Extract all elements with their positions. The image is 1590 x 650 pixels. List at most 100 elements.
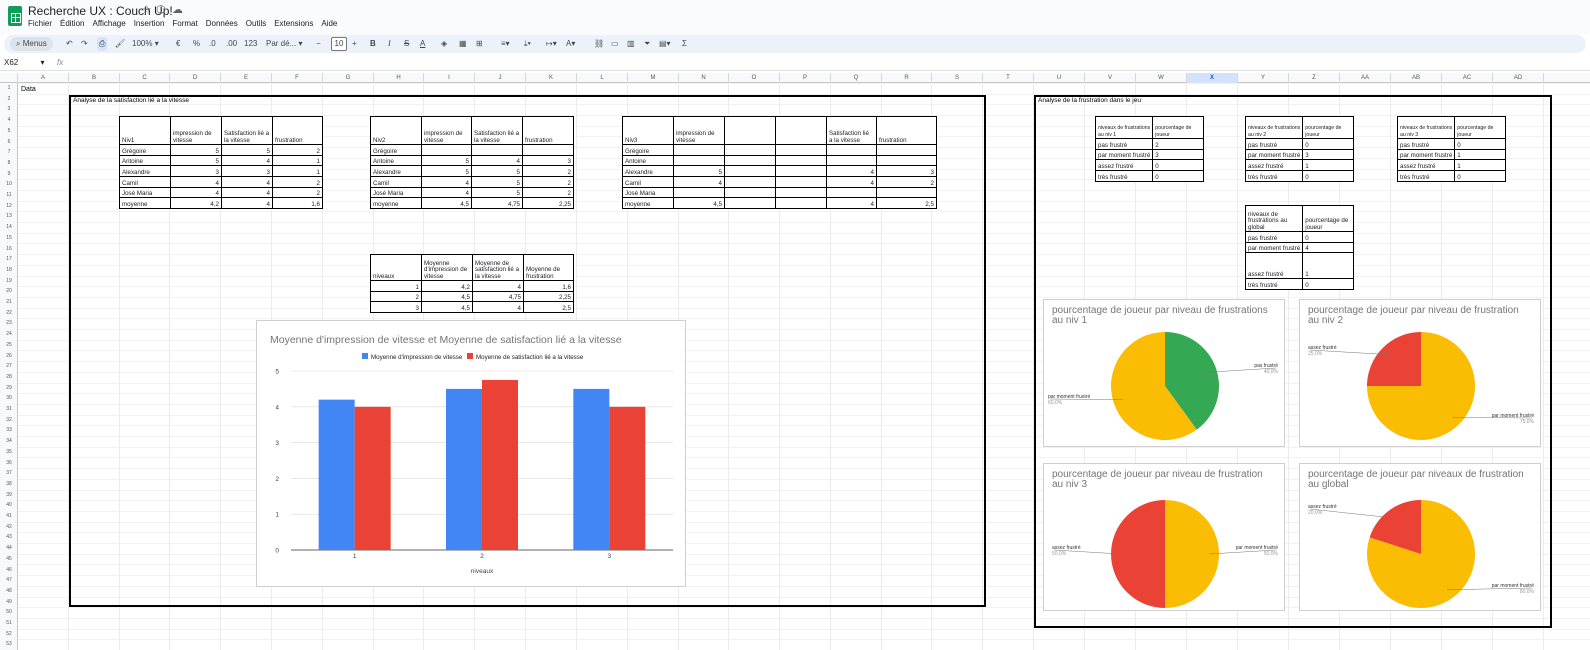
row-header-19[interactable]: 19: [0, 278, 18, 284]
cloud-status-icon[interactable]: ☁: [172, 3, 183, 16]
row-header-7[interactable]: 7: [0, 149, 18, 155]
column-header-a[interactable]: A: [18, 73, 69, 83]
niv1-cell-4-2[interactable]: 4: [221, 186, 273, 199]
name-box[interactable]: X62 ▾: [4, 58, 44, 67]
frust2-cell-0-0[interactable]: pas frustré: [1244, 138, 1304, 150]
niv2-cell-1-1[interactable]: 5: [421, 154, 472, 167]
row-header-31[interactable]: 31: [0, 406, 18, 412]
row-header-29[interactable]: 29: [0, 385, 18, 391]
niv1-cell-3-1[interactable]: 4: [170, 176, 222, 188]
row-header-42[interactable]: 42: [0, 524, 18, 530]
row-header-37[interactable]: 37: [0, 470, 18, 476]
column-header-ad[interactable]: AD: [1493, 73, 1544, 83]
frust_global-cell-2-1[interactable]: 1: [1302, 252, 1355, 280]
frust2-header-1[interactable]: pourcentage de joueur: [1302, 116, 1355, 139]
bar-0-1[interactable]: [446, 388, 482, 550]
frust1-cell-0-1[interactable]: 2: [1152, 138, 1205, 150]
summary-cell-1-0[interactable]: 2: [370, 290, 422, 303]
select-all-corner[interactable]: [0, 73, 18, 83]
niv1-cell-3-2[interactable]: 4: [221, 176, 273, 188]
niv3-cell-5-4[interactable]: 4: [826, 197, 877, 210]
row-header-41[interactable]: 41: [0, 513, 18, 519]
currency-format-button[interactable]: €: [176, 37, 180, 51]
move-folder-icon[interactable]: ⬡: [156, 3, 166, 16]
menu-0[interactable]: Fichier: [28, 19, 52, 28]
niv3-cell-0-2[interactable]: [724, 144, 776, 156]
frust3-header-0[interactable]: niveaux de frustrations au niv 3: [1396, 116, 1456, 139]
niv3-cell-4-1[interactable]: [673, 186, 725, 199]
summary-cell-2-0[interactable]: 3: [370, 301, 422, 314]
niv2-header-0[interactable]: Niv2: [370, 116, 422, 145]
column-header-z[interactable]: Z: [1289, 73, 1340, 83]
summary-header-3[interactable]: Moyenne de frustration: [523, 254, 574, 281]
bar-0-0[interactable]: [318, 399, 355, 550]
frust2-cell-1-0[interactable]: par moment frustré: [1244, 148, 1304, 161]
niv2-cell-5-1[interactable]: 4,5: [421, 197, 472, 210]
niv3-cell-3-2[interactable]: [724, 176, 776, 188]
niv1-cell-5-3[interactable]: 1,6: [272, 197, 323, 210]
redo-icon[interactable]: ↷: [81, 37, 88, 51]
niv2-cell-3-1[interactable]: 4: [421, 176, 472, 188]
niv1-cell-4-0[interactable]: José Maria: [119, 186, 171, 199]
column-header-aa[interactable]: AA: [1340, 73, 1391, 83]
niv3-cell-0-0[interactable]: Grégoire: [622, 144, 674, 156]
menu-4[interactable]: Format: [172, 19, 197, 28]
row-header-52[interactable]: 52: [0, 631, 18, 637]
frust2-cell-0-1[interactable]: 0: [1302, 138, 1355, 150]
filter-views-icon[interactable]: ▤▾: [659, 37, 671, 51]
row-header-33[interactable]: 33: [0, 427, 18, 433]
row-header-45[interactable]: 45: [0, 556, 18, 562]
row-header-16[interactable]: 16: [0, 246, 18, 252]
frust_global-cell-1-0[interactable]: par moment frustré: [1244, 241, 1304, 254]
niv2-cell-0-3[interactable]: [522, 144, 574, 156]
insert-link-icon[interactable]: ⛓: [594, 37, 604, 51]
row-header-46[interactable]: 46: [0, 567, 18, 573]
niv2-cell-2-2[interactable]: 5: [471, 165, 523, 178]
column-header-t[interactable]: T: [983, 73, 1034, 83]
frust3-cell-3-1[interactable]: 0: [1454, 170, 1507, 182]
niv3-cell-2-5[interactable]: 3: [876, 165, 937, 178]
niv1-cell-1-3[interactable]: 1: [272, 154, 323, 167]
cell-a1[interactable]: Data: [21, 86, 36, 93]
niv3-header-2[interactable]: [724, 116, 776, 145]
sheet-grid[interactable]: A B C D E F G H I J K L M N O P Q R S T U V W X Y Z AA AB AC AD 12345…: [0, 73, 1590, 650]
niv1-cell-2-0[interactable]: Alexandre: [119, 165, 171, 178]
niv1-cell-0-1[interactable]: 5: [170, 144, 222, 156]
bar-0-2[interactable]: [573, 388, 610, 550]
zoom-select[interactable]: 100% ▾: [132, 37, 159, 51]
row-header-6[interactable]: 6: [0, 139, 18, 145]
column-header-x[interactable]: X: [1187, 73, 1238, 83]
frust_global-cell-2-0[interactable]: assez frustré: [1244, 252, 1304, 280]
row-header-40[interactable]: 40: [0, 502, 18, 508]
column-header-u[interactable]: U: [1034, 73, 1085, 83]
row-header-22[interactable]: 22: [0, 310, 18, 316]
niv3-cell-1-5[interactable]: [876, 154, 937, 167]
functions-button[interactable]: Σ: [682, 37, 687, 51]
niv3-header-0[interactable]: Niv3: [622, 116, 674, 145]
niv3-cell-1-4[interactable]: [826, 154, 877, 167]
row-header-15[interactable]: 15: [0, 235, 18, 241]
menu-3[interactable]: Insertion: [134, 19, 165, 28]
row-header-9[interactable]: 9: [0, 171, 18, 177]
niv1-cell-1-0[interactable]: Antoine: [119, 154, 171, 167]
summary-cell-1-2[interactable]: 4,75: [472, 290, 524, 303]
column-header-g[interactable]: G: [323, 73, 374, 83]
row-header-13[interactable]: 13: [0, 213, 18, 219]
niv2-cell-1-3[interactable]: 3: [522, 154, 574, 167]
niv3-cell-3-1[interactable]: 4: [673, 176, 725, 188]
satisfaction-section-title[interactable]: Analyse de la satisfaction lié a la vite…: [73, 97, 189, 104]
star-icon[interactable]: ☆: [142, 3, 152, 16]
row-header-35[interactable]: 35: [0, 449, 18, 455]
column-header-n[interactable]: N: [679, 73, 729, 83]
niv1-cell-2-3[interactable]: 1: [272, 165, 323, 178]
menu-7[interactable]: Extensions: [274, 19, 313, 28]
filter-icon[interactable]: ⏷: [644, 37, 650, 51]
niv1-cell-4-3[interactable]: 2: [272, 186, 323, 199]
niv1-header-2[interactable]: Satisfaction lié a la vitesse: [221, 116, 273, 145]
row-header-25[interactable]: 25: [0, 342, 18, 348]
niv3-cell-3-4[interactable]: 4: [826, 176, 877, 188]
niv3-cell-5-2[interactable]: [724, 197, 776, 210]
text-color-button[interactable]: A: [420, 37, 425, 51]
frust2-cell-3-0[interactable]: très frustré: [1244, 170, 1304, 182]
column-header-r[interactable]: R: [882, 73, 932, 83]
